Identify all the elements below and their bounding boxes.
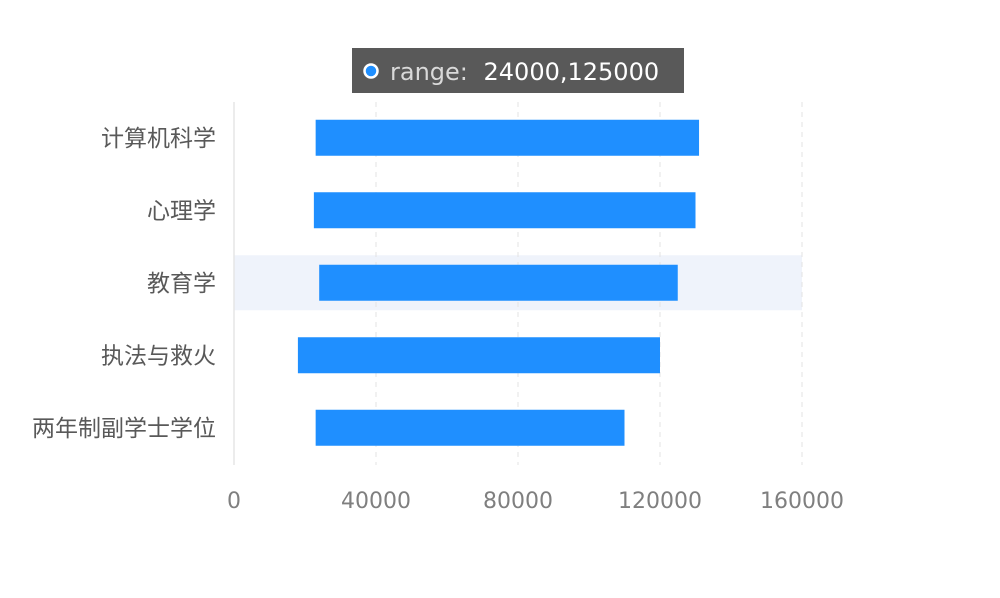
range-bar[interactable] [313, 192, 696, 229]
category-label: 两年制副学士学位 [32, 416, 216, 442]
range-bar-chart: 计算机科学心理学教育学执法与救火两年制副学士学位 0 40000 80000 1200… [32, 48, 844, 514]
category-label: 计算机科学 [101, 126, 216, 152]
category-label: 执法与救火 [101, 343, 216, 369]
range-bar[interactable] [315, 409, 625, 446]
x-tick-label: 80000 [483, 489, 553, 514]
x-tick-label: 160000 [760, 489, 844, 514]
range-bar[interactable] [319, 264, 678, 301]
tooltip-value: 24000,125000 [484, 58, 660, 86]
tooltip-key: range: [390, 58, 468, 86]
x-tick-label: 0 [227, 489, 241, 514]
category-labels: 计算机科学心理学教育学执法与救火两年制副学士学位 [32, 126, 216, 442]
tooltip: range: 24000,125000 [352, 48, 684, 93]
x-tick-labels: 0 40000 80000 120000 160000 [227, 489, 844, 514]
x-tick-label: 40000 [341, 489, 411, 514]
svg-text:range: 24000,125000: range: 24000,125000 [390, 58, 659, 86]
range-bar[interactable] [297, 337, 660, 374]
range-bar[interactable] [315, 119, 700, 156]
bars [297, 119, 700, 446]
category-label: 教育学 [147, 271, 216, 297]
tooltip-marker [363, 63, 379, 79]
category-label: 心理学 [147, 198, 216, 224]
x-tick-label: 120000 [618, 489, 702, 514]
